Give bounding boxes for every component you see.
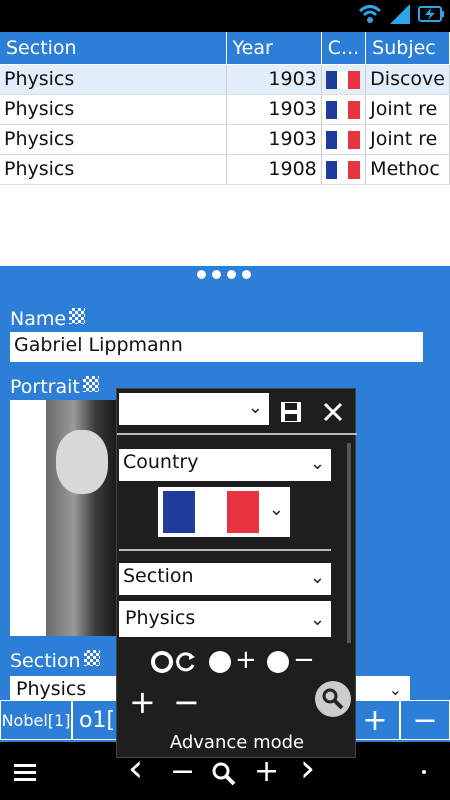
refresh-icon[interactable]: [175, 651, 197, 673]
table-row[interactable]: Physics 1903 Discove: [0, 64, 450, 95]
popup-search-button[interactable]: [315, 681, 351, 717]
minus-icon: −: [412, 702, 438, 738]
add-condition-plus-icon[interactable]: +: [235, 645, 257, 675]
chevron-down-icon: ⌄: [309, 609, 325, 630]
cell-country: [321, 94, 367, 125]
column-header-country[interactable]: C...: [321, 32, 367, 65]
remove-condition-circle-icon[interactable]: [267, 651, 289, 673]
cell-year: 1903: [226, 64, 322, 95]
close-icon[interactable]: [323, 402, 343, 422]
portrait-label: Portrait: [10, 376, 99, 398]
search-icon[interactable]: [212, 762, 236, 786]
remove-condition-minus-icon[interactable]: −: [293, 645, 315, 675]
ring-icon[interactable]: [151, 651, 173, 673]
cell-section: Physics: [0, 124, 227, 155]
cell-section: Physics: [0, 94, 227, 125]
cell-subject: Joint re: [365, 94, 450, 125]
column-header-subject[interactable]: Subjec: [365, 32, 450, 65]
overflow-dot[interactable]: [422, 770, 426, 774]
bottom-strip: Nobel[1] o1[: [0, 700, 122, 740]
portrait-face: [56, 430, 108, 494]
table-row[interactable]: Physics 1903 Joint re: [0, 124, 450, 155]
france-flag-icon: [163, 491, 259, 533]
france-flag-icon: [325, 100, 360, 119]
cell-section: Physics: [0, 64, 227, 95]
chevron-down-icon: ⌄: [247, 397, 263, 418]
chevron-down-icon: ⌄: [268, 499, 284, 520]
portrait-image[interactable]: [10, 400, 116, 636]
qr-icon[interactable]: [82, 376, 99, 392]
cell-section: Physics: [0, 154, 227, 185]
nav-minus-button[interactable]: −: [170, 754, 195, 789]
chevron-down-icon: ⌄: [309, 567, 325, 588]
column-header-section[interactable]: Section: [0, 32, 227, 65]
name-label: Name: [10, 308, 86, 330]
menu-icon[interactable]: [14, 764, 36, 782]
drag-handle[interactable]: [197, 270, 251, 279]
saved-filter-select[interactable]: ⌄: [119, 393, 269, 425]
table-row[interactable]: Physics 1908 Methoc: [0, 154, 450, 185]
cell-subject: Discove: [365, 64, 450, 95]
column-header-year[interactable]: Year: [226, 32, 322, 65]
section-field-select[interactable]: Section ⌄: [119, 563, 331, 595]
chevron-down-icon: ⌄: [388, 680, 402, 699]
search-icon: [322, 688, 344, 710]
plus-icon: +: [362, 702, 388, 738]
section-value-text: Physics: [125, 607, 196, 629]
status-bar: [0, 0, 450, 32]
bottom-strip-actions: + −: [350, 700, 450, 740]
france-flag-icon: [325, 160, 360, 179]
filter-popup: ⌄ Country ⌄ ⌄ Section ⌄ Physics ⌄ + − + …: [116, 388, 357, 758]
results-table: Section Year C... Subjec Physics 1903 Di…: [0, 32, 450, 185]
country-field-select[interactable]: Country ⌄: [119, 449, 331, 481]
o1-tab-button[interactable]: o1[: [72, 700, 122, 740]
france-flag-icon: [325, 70, 360, 89]
advance-mode-button[interactable]: Advance mode: [117, 732, 357, 753]
remove-button[interactable]: −: [400, 700, 450, 740]
cell-year: 1908: [226, 154, 322, 185]
table-row[interactable]: Physics 1903 Joint re: [0, 94, 450, 125]
section-field-value: Section: [123, 565, 194, 587]
nav-plus-button[interactable]: +: [254, 754, 279, 789]
chevron-down-icon: ⌄: [309, 453, 325, 474]
results-table-area: Section Year C... Subjec Physics 1903 Di…: [0, 32, 450, 266]
cell-subject: Joint re: [365, 124, 450, 155]
nobel-tab-button[interactable]: Nobel[1]: [0, 700, 72, 740]
add-condition-circle-icon[interactable]: [209, 651, 231, 673]
country-value-select[interactable]: ⌄: [158, 487, 290, 537]
save-icon[interactable]: [280, 401, 302, 423]
divider: [119, 549, 331, 551]
section-value-select[interactable]: Physics ⌄: [119, 601, 331, 637]
scrollbar[interactable]: [347, 443, 351, 643]
cell-year: 1903: [226, 94, 322, 125]
wifi-icon: [358, 5, 382, 23]
signal-icon: [390, 4, 410, 24]
cell-year: 1903: [226, 124, 322, 155]
cell-country: [321, 154, 367, 185]
section-label: Section: [10, 650, 100, 672]
add-button[interactable]: +: [350, 700, 400, 740]
battery-icon: [418, 6, 444, 22]
cell-country: [321, 64, 367, 95]
section-select-value: Physics: [16, 678, 87, 700]
qr-icon[interactable]: [83, 650, 100, 666]
popup-remove-button[interactable]: −: [173, 683, 200, 721]
country-field-value: Country: [123, 451, 199, 473]
cell-subject: Methoc: [365, 154, 450, 185]
popup-add-button[interactable]: +: [129, 683, 156, 721]
divider: [117, 433, 357, 435]
qr-icon[interactable]: [69, 308, 86, 324]
cell-country: [321, 124, 367, 155]
france-flag-icon: [325, 130, 360, 149]
name-field[interactable]: Gabriel Lippmann: [10, 332, 423, 362]
